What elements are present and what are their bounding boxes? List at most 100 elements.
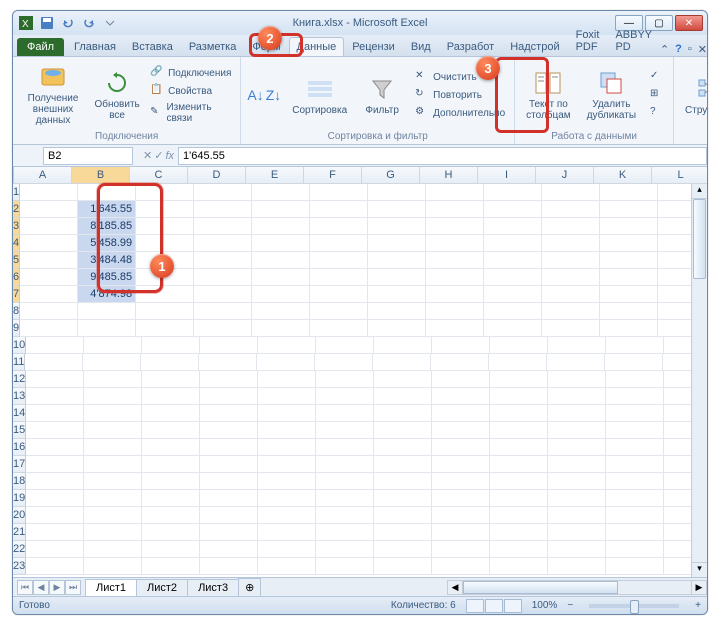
cell-E10[interactable] [258,337,316,354]
cell-H20[interactable] [432,507,490,524]
save-icon[interactable] [38,14,56,32]
row-header-9[interactable]: 9 [13,320,20,337]
cell-H4[interactable] [426,235,484,252]
new-sheet-button[interactable]: ⊕ [238,578,261,596]
cell-J18[interactable] [548,473,606,490]
whatif-button[interactable]: ? [647,105,667,121]
file-tab[interactable]: Файл [17,38,64,56]
tab-abbyy[interactable]: ABBYY PD [607,25,660,56]
cell-E17[interactable] [258,456,316,473]
cell-B15[interactable] [84,422,142,439]
cell-A22[interactable] [26,541,84,558]
cell-J16[interactable] [548,439,606,456]
cell-D2[interactable] [194,201,252,218]
row-header-18[interactable]: 18 [13,473,26,490]
cell-E14[interactable] [258,405,316,422]
reapply-filter-button[interactable]: ↻Повторить [412,87,508,103]
cell-K22[interactable] [606,541,664,558]
cell-H13[interactable] [432,388,490,405]
cell-D3[interactable] [194,218,252,235]
row-header-5[interactable]: 5 [13,252,20,269]
cell-E5[interactable] [252,252,310,269]
tab-insert[interactable]: Вставка [124,37,181,56]
cell-B21[interactable] [84,524,142,541]
cell-G7[interactable] [368,286,426,303]
row-header-4[interactable]: 4 [13,235,20,252]
row-header-17[interactable]: 17 [13,456,26,473]
cell-C18[interactable] [142,473,200,490]
cell-G4[interactable] [368,235,426,252]
cell-I18[interactable] [490,473,548,490]
tab-layout[interactable]: Разметка [181,37,245,56]
page-layout-view-button[interactable] [485,599,503,613]
cell-F1[interactable] [310,184,368,201]
cell-C3[interactable] [136,218,194,235]
cell-H22[interactable] [432,541,490,558]
cell-D9[interactable] [194,320,252,337]
cell-K3[interactable] [600,218,658,235]
col-header-B[interactable]: B [72,167,130,183]
cell-D7[interactable] [194,286,252,303]
cell-A16[interactable] [26,439,84,456]
cell-K11[interactable] [605,354,663,371]
cell-K2[interactable] [600,201,658,218]
cell-B17[interactable] [84,456,142,473]
cell-K17[interactable] [606,456,664,473]
cell-G10[interactable] [374,337,432,354]
hscroll-right-icon[interactable]: ▶ [691,581,706,594]
page-break-view-button[interactable] [504,599,522,613]
row-header-21[interactable]: 21 [13,524,26,541]
cell-J21[interactable] [548,524,606,541]
cell-E15[interactable] [258,422,316,439]
cell-I8[interactable] [484,303,542,320]
cell-G18[interactable] [374,473,432,490]
cell-E9[interactable] [252,320,310,337]
cell-E16[interactable] [258,439,316,456]
cell-F8[interactable] [310,303,368,320]
cell-B23[interactable] [84,558,142,575]
cell-H18[interactable] [432,473,490,490]
hscroll-left-icon[interactable]: ◀ [448,581,463,594]
cell-E20[interactable] [258,507,316,524]
cell-B14[interactable] [84,405,142,422]
sheet-tab-2[interactable]: Лист2 [136,579,188,596]
sort-desc-icon[interactable]: Z↓ [266,87,282,103]
cell-E7[interactable] [252,286,310,303]
cell-C15[interactable] [142,422,200,439]
cell-K13[interactable] [606,388,664,405]
cell-B5[interactable]: 3'484.48 [78,252,136,269]
cell-B10[interactable] [84,337,142,354]
cell-F22[interactable] [316,541,374,558]
cell-A3[interactable] [20,218,78,235]
cell-G21[interactable] [374,524,432,541]
cell-I19[interactable] [490,490,548,507]
col-header-I[interactable]: I [478,167,536,183]
cell-H2[interactable] [426,201,484,218]
col-header-G[interactable]: G [362,167,420,183]
cell-B19[interactable] [84,490,142,507]
cell-G6[interactable] [368,269,426,286]
cell-J23[interactable] [548,558,606,575]
cell-H15[interactable] [432,422,490,439]
undo-icon[interactable] [59,14,77,32]
cell-A10[interactable] [26,337,84,354]
cell-C21[interactable] [142,524,200,541]
cell-C20[interactable] [142,507,200,524]
cell-J19[interactable] [548,490,606,507]
cell-C12[interactable] [142,371,200,388]
cell-K16[interactable] [606,439,664,456]
cell-D20[interactable] [200,507,258,524]
cell-I10[interactable] [490,337,548,354]
row-header-20[interactable]: 20 [13,507,26,524]
cell-C19[interactable] [142,490,200,507]
sheet-nav-last[interactable]: ⏭ [65,580,81,595]
advanced-filter-button[interactable]: ⚙Дополнительно [412,105,508,121]
cell-J15[interactable] [548,422,606,439]
scroll-thumb[interactable] [693,199,706,279]
edit-links-button[interactable]: ✎Изменить связи [147,101,234,125]
cell-I9[interactable] [484,320,542,337]
cell-A8[interactable] [20,303,78,320]
cell-D22[interactable] [200,541,258,558]
tab-addins[interactable]: Надстрой [502,37,567,56]
cell-B7[interactable]: 4'874.98 [78,286,136,303]
